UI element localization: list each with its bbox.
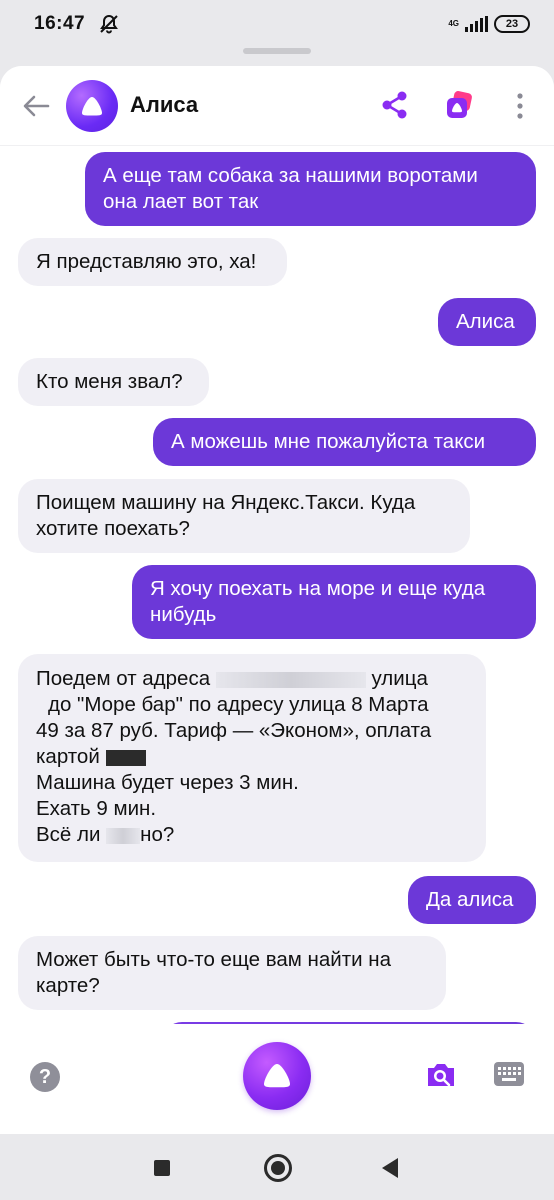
message-text: Машина будет через 3 мин. (36, 771, 299, 794)
message-text: Может быть что-то еще вам найти на (36, 948, 391, 971)
chat-header: Алиса (0, 66, 554, 146)
more-vertical-icon[interactable] (512, 90, 528, 122)
system-nav-bar (0, 1134, 554, 1200)
battery-level: 23 (505, 18, 519, 30)
alice-logo-icon (82, 97, 102, 116)
message-text: А еще там собака за нашими воротами (103, 164, 478, 187)
network-type: 4G (448, 19, 459, 28)
arrow-left-icon[interactable] (20, 90, 52, 122)
message-text: Я хочу поехать на море и еще куда (150, 577, 486, 600)
message-text: Алиса (456, 310, 515, 333)
message-user[interactable]: А можешь мне пожалуйста такси (153, 418, 536, 466)
message-text: Я представляю это, ха! (36, 250, 257, 273)
chat-title: Алиса (130, 92, 199, 117)
message-user[interactable]: Да алиса (408, 876, 536, 924)
status-indicators: 4G 23 (448, 15, 530, 33)
message-text: 49 за 87 руб. Тариф — «Эконом», оплата (36, 719, 432, 742)
back-triangle-icon[interactable] (382, 1158, 398, 1178)
message-bot[interactable]: Поедем от адреса улица до "Море бар" по … (18, 654, 486, 862)
message-user[interactable]: Алиса (438, 298, 536, 346)
alice-logo-icon (264, 1064, 290, 1088)
message-text: Всё ли но? (36, 823, 175, 846)
message-text: Поищем машину на Яндекс.Такси. Куда (36, 491, 416, 514)
message-text: картой (36, 744, 468, 770)
input-bar: ? (0, 1024, 554, 1134)
message-list[interactable]: А еще там собака за нашими воротами она … (0, 146, 554, 1024)
alice-chat-window: Алиса А еще там собака за нашими воротам… (0, 66, 554, 1134)
battery-icon: 23 (494, 15, 530, 33)
redacted-text (105, 749, 146, 766)
redacted-text (215, 671, 366, 688)
status-bar: 16:47 4G 23 (0, 0, 554, 48)
home-icon[interactable] (264, 1154, 292, 1182)
camera-search-icon[interactable] (424, 1060, 458, 1090)
status-time: 16:47 (34, 13, 86, 34)
message-text: А можешь мне пожалуйста такси (171, 430, 486, 453)
message-user[interactable]: Я хочу поехать на море и еще куда нибудь (132, 565, 536, 639)
keyboard-icon[interactable] (494, 1062, 524, 1086)
redacted-text (106, 827, 141, 844)
message-text: до "Море бар" по адресу улица 8 Марта (48, 693, 429, 716)
message-bot[interactable]: Кто меня звал? (18, 358, 209, 406)
recents-icon[interactable] (154, 1160, 170, 1176)
message-text: она лает вот так (103, 190, 259, 213)
sheet-handle[interactable] (243, 48, 311, 54)
bell-off-icon (100, 14, 119, 34)
message-text: хотите поехать? (36, 517, 190, 540)
help-icon[interactable]: ? (30, 1062, 60, 1092)
help-label: ? (38, 1065, 52, 1088)
message-bot[interactable]: Может быть что-то еще вам найти на карте… (18, 936, 446, 1010)
message-text: нибудь (150, 603, 217, 626)
alice-avatar (66, 80, 118, 132)
skills-icon[interactable] (442, 88, 476, 122)
share-icon[interactable] (380, 90, 410, 120)
message-text: карте? (36, 974, 100, 997)
message-text: Да алиса (426, 888, 514, 911)
message-bot[interactable]: Я представляю это, ха! (18, 238, 287, 286)
alice-voice-button[interactable] (243, 1042, 311, 1110)
message-text: Поедем от адреса улица (36, 667, 428, 690)
message-user[interactable]: А еще там собака за нашими воротами она … (85, 152, 536, 226)
message-text: Кто меня звал? (36, 370, 183, 393)
signal-icon (465, 16, 488, 32)
message-text: Ехать 9 мин. (36, 797, 157, 820)
message-bot[interactable]: Поищем машину на Яндекс.Такси. Куда хоти… (18, 479, 470, 553)
